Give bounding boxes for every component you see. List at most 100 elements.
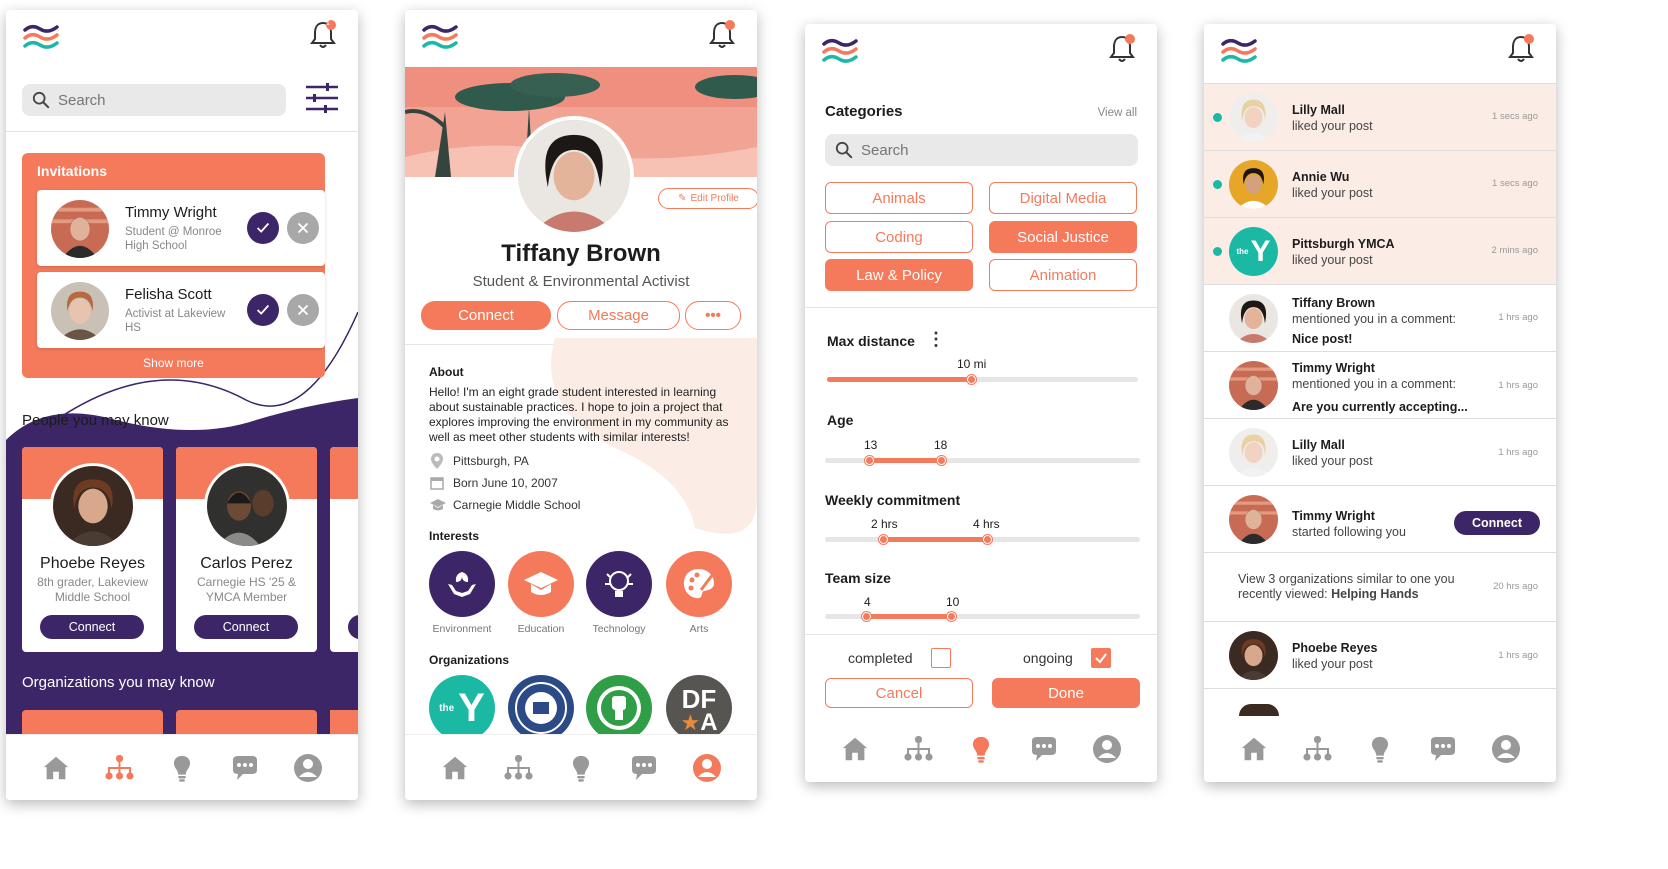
avatar bbox=[204, 463, 290, 549]
decline-button[interactable] bbox=[287, 212, 319, 244]
notification-item[interactable]: Tiffany Brown mentioned you in a comment… bbox=[1204, 285, 1556, 352]
interest-technology[interactable] bbox=[586, 551, 652, 617]
category-search-bar[interactable] bbox=[825, 134, 1138, 166]
nav-home[interactable] bbox=[435, 748, 475, 788]
connect-button[interactable]: Connect bbox=[1454, 511, 1540, 535]
person-card[interactable]: Phoebe Reyes 8th grader, Lakeview Middle… bbox=[22, 447, 163, 652]
kebab-menu-icon[interactable]: ⋮ bbox=[927, 329, 945, 350]
done-button[interactable]: Done bbox=[992, 678, 1140, 708]
category-social-justice[interactable]: Social Justice bbox=[989, 221, 1137, 253]
nav-messages[interactable] bbox=[1423, 729, 1463, 769]
nav-network[interactable] bbox=[898, 729, 938, 769]
filter-sliders-icon[interactable] bbox=[304, 82, 340, 114]
nav-profile[interactable] bbox=[288, 748, 328, 788]
fist-icon bbox=[597, 686, 641, 730]
org-ymca[interactable]: the Y bbox=[429, 675, 495, 741]
nav-network[interactable] bbox=[1297, 729, 1337, 769]
notification-item[interactable]: Timmy Wright started following you Conne… bbox=[1204, 486, 1556, 553]
nav-network[interactable] bbox=[498, 748, 538, 788]
category-digital-media[interactable]: Digital Media bbox=[989, 182, 1137, 214]
network-icon bbox=[502, 752, 534, 784]
person-card[interactable] bbox=[330, 447, 358, 652]
notification-item[interactable]: View 3 organizations similar to one you … bbox=[1204, 553, 1556, 622]
age-min-knob[interactable] bbox=[865, 456, 874, 465]
max-distance-fill bbox=[827, 377, 972, 382]
connect-button[interactable] bbox=[348, 615, 358, 639]
category-search-input[interactable] bbox=[861, 141, 1061, 159]
category-coding[interactable]: Coding bbox=[825, 221, 973, 253]
nav-home[interactable] bbox=[835, 729, 875, 769]
ongoing-checkbox[interactable] bbox=[1091, 648, 1111, 668]
profile-icon bbox=[1091, 733, 1123, 765]
nav-messages[interactable] bbox=[1024, 729, 1064, 769]
nav-home[interactable] bbox=[1234, 729, 1274, 769]
notification-item[interactable]: Lilly Mall liked your post 1 hrs ago bbox=[1204, 419, 1556, 486]
message-button[interactable]: Message bbox=[557, 301, 680, 330]
edit-profile-button[interactable]: ✎ Edit Profile bbox=[658, 188, 757, 209]
connect-button[interactable]: Connect bbox=[40, 615, 144, 639]
notification-time: 2 mins ago bbox=[1491, 245, 1538, 256]
notification-quote: Nice post! bbox=[1292, 332, 1353, 346]
invitation-name: Felisha Scott bbox=[125, 286, 212, 303]
nav-ideas[interactable] bbox=[1360, 729, 1400, 769]
accept-button[interactable] bbox=[247, 212, 279, 244]
category-law-policy[interactable]: Law & Policy bbox=[825, 259, 973, 291]
search-input[interactable] bbox=[58, 91, 258, 109]
interest-label: Education bbox=[517, 623, 565, 635]
invitations-card: Invitations Timmy Wright Student @ Monro… bbox=[22, 153, 325, 378]
notification-item[interactable]: Lilly Mall liked your post 1 secs ago bbox=[1204, 84, 1556, 151]
search-bar[interactable] bbox=[22, 84, 286, 116]
decline-button[interactable] bbox=[287, 294, 319, 326]
notification-bell-icon[interactable] bbox=[1107, 32, 1137, 64]
nav-profile[interactable] bbox=[1087, 729, 1127, 769]
weekly-max-value: 4 hrs bbox=[973, 517, 1000, 531]
invitation-row[interactable]: Timmy Wright Student @ Monroe High Schoo… bbox=[37, 190, 325, 266]
notification-time: 1 hrs ago bbox=[1498, 380, 1538, 391]
notification-item[interactable]: the Y Pittsburgh YMCA liked your post 2 … bbox=[1204, 218, 1556, 285]
interest-education[interactable] bbox=[508, 551, 574, 617]
nav-messages[interactable] bbox=[624, 748, 664, 788]
max-distance-knob[interactable] bbox=[967, 375, 976, 384]
connect-button[interactable]: Connect bbox=[421, 301, 551, 330]
weekly-min-knob[interactable] bbox=[879, 535, 888, 544]
category-animals[interactable]: Animals bbox=[825, 182, 973, 214]
interest-arts[interactable] bbox=[666, 551, 732, 617]
nav-network[interactable] bbox=[99, 748, 139, 788]
age-fill bbox=[869, 458, 942, 463]
show-more-link[interactable]: Show more bbox=[22, 356, 325, 370]
notification-bell-icon[interactable] bbox=[1506, 32, 1536, 64]
weekly-max-knob[interactable] bbox=[983, 535, 992, 544]
category-animation[interactable]: Animation bbox=[989, 259, 1137, 291]
org-school-seal[interactable] bbox=[508, 675, 574, 741]
connect-button[interactable]: Connect bbox=[194, 615, 298, 639]
notification-item[interactable]: Timmy Wright mentioned you in a comment:… bbox=[1204, 352, 1556, 419]
notification-bell-icon[interactable] bbox=[707, 18, 737, 50]
notification-name: Tiffany Brown bbox=[1292, 296, 1376, 310]
notification-bell-icon[interactable] bbox=[308, 18, 338, 50]
more-button[interactable]: ••• bbox=[685, 301, 741, 330]
notification-item[interactable]: Annie Wu liked your post 1 secs ago bbox=[1204, 151, 1556, 218]
notification-name: Annie Wu bbox=[1292, 170, 1350, 184]
nav-ideas[interactable] bbox=[162, 748, 202, 788]
weekly-commitment-label: Weekly commitment bbox=[825, 492, 961, 508]
team-max-knob[interactable] bbox=[947, 612, 956, 621]
nav-home[interactable] bbox=[36, 748, 76, 788]
interest-environment[interactable] bbox=[429, 551, 495, 617]
nav-profile[interactable] bbox=[687, 748, 727, 788]
cancel-button[interactable]: Cancel bbox=[825, 678, 973, 708]
nav-ideas[interactable] bbox=[961, 729, 1001, 769]
nav-profile[interactable] bbox=[1486, 729, 1526, 769]
completed-checkbox[interactable] bbox=[931, 648, 951, 668]
age-label: Age bbox=[827, 412, 854, 428]
age-max-knob[interactable] bbox=[937, 456, 946, 465]
person-card[interactable]: Carlos Perez Carnegie HS '25 & YMCA Memb… bbox=[176, 447, 317, 652]
team-min-knob[interactable] bbox=[862, 612, 871, 621]
invitation-row[interactable]: Felisha Scott Activist at Lakeview HS bbox=[37, 272, 325, 348]
nav-messages[interactable] bbox=[225, 748, 265, 788]
accept-button[interactable] bbox=[247, 294, 279, 326]
org-fist[interactable] bbox=[586, 675, 652, 741]
org-dfa[interactable]: DF ★A bbox=[666, 675, 732, 741]
nav-ideas[interactable] bbox=[561, 748, 601, 788]
view-all-link[interactable]: View all bbox=[1098, 107, 1137, 119]
notification-item[interactable]: Phoebe Reyes liked your post 1 hrs ago bbox=[1204, 622, 1556, 689]
